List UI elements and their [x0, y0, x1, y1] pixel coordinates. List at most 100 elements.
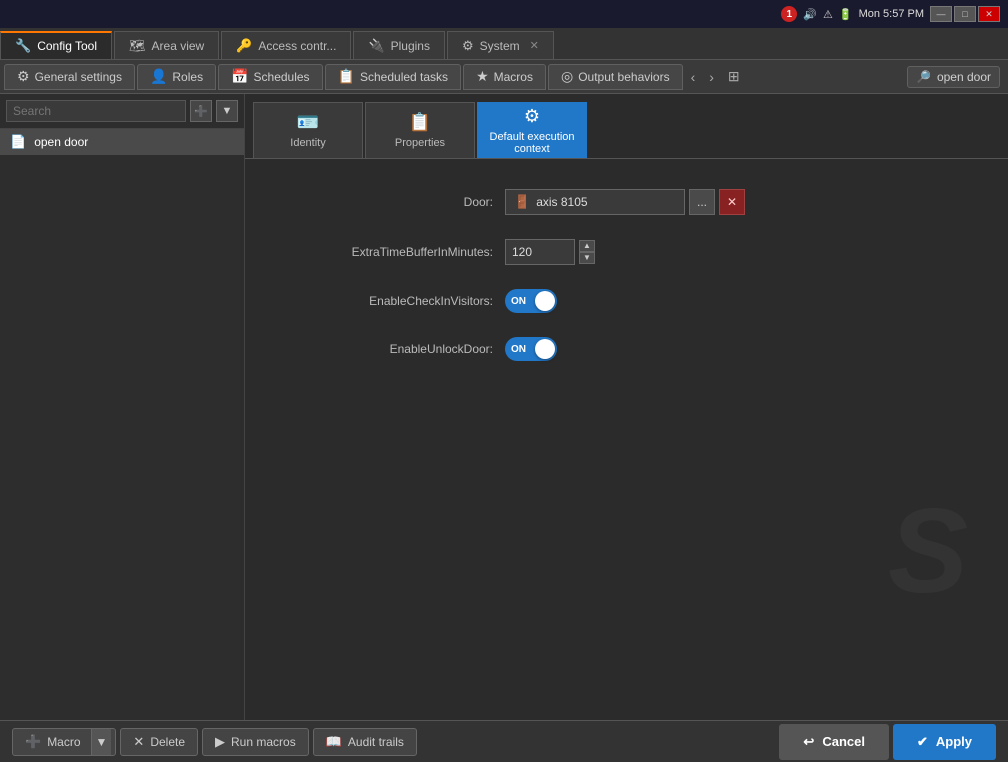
- scheduled-tasks-label: Scheduled tasks: [360, 70, 448, 84]
- macro-label: Macro: [47, 735, 80, 749]
- properties-label: Properties: [395, 137, 445, 149]
- roles-label: Roles: [172, 70, 203, 84]
- macros-icon: ★: [476, 68, 489, 85]
- sidebar-list: 📄 open door: [0, 129, 244, 720]
- main-content: ➕ ▼ 📄 open door S 🪪 Identity 📋 Propertie…: [0, 94, 1008, 720]
- extra-time-label: ExtraTimeBufferInMinutes:: [285, 245, 505, 259]
- sub-tab-identity[interactable]: 🪪 Identity: [253, 102, 363, 158]
- taskbar-icons: 1 🔊 ⚠ 🔋: [781, 6, 852, 22]
- nav-scroll-right[interactable]: ›: [703, 69, 720, 85]
- item-icon: 📄: [10, 134, 26, 150]
- run-macros-button[interactable]: ▶ Run macros: [202, 728, 309, 756]
- sub-tabs: 🪪 Identity 📋 Properties ⚙ Default execut…: [245, 94, 1008, 159]
- nav-tab-roles[interactable]: 👤 Roles: [137, 64, 216, 90]
- delete-icon: ✕: [133, 734, 144, 750]
- output-behaviors-label: Output behaviors: [578, 70, 669, 84]
- right-panel: S 🪪 Identity 📋 Properties ⚙ Default exec…: [245, 94, 1008, 720]
- minimize-button[interactable]: —: [930, 6, 952, 22]
- nav-tab-general[interactable]: ⚙ General settings: [4, 64, 135, 90]
- audit-trails-icon: 📖: [326, 734, 342, 750]
- maximize-button[interactable]: □: [954, 6, 976, 22]
- unlock-door-toggle-wrap: ON: [505, 337, 557, 361]
- config-tool-label: Config Tool: [37, 39, 97, 53]
- nav-tab-output-behaviors[interactable]: ◎ Output behaviors: [548, 64, 683, 90]
- identity-label: Identity: [290, 137, 325, 149]
- item-label: open door: [34, 135, 88, 149]
- nav-tab-schedules[interactable]: 📅 Schedules: [218, 64, 322, 90]
- app-tab-plugins[interactable]: 🔌 Plugins: [353, 31, 445, 59]
- general-settings-label: General settings: [35, 70, 122, 84]
- cancel-label: Cancel: [822, 734, 865, 749]
- door-row: Door: 🚪 axis 8105 ... ✕: [285, 189, 968, 215]
- unlock-door-toggle-label: ON: [511, 344, 526, 355]
- door-remove-button[interactable]: ✕: [719, 189, 745, 215]
- config-tool-icon: 🔧: [15, 38, 31, 54]
- roles-icon: 👤: [150, 68, 167, 85]
- sidebar: ➕ ▼ 📄 open door: [0, 94, 245, 720]
- audit-trails-button[interactable]: 📖 Audit trails: [313, 728, 417, 756]
- app-tab-system[interactable]: ⚙ System ✕: [447, 31, 554, 59]
- schedules-icon: 📅: [231, 68, 248, 85]
- default-execution-icon: ⚙: [524, 106, 540, 127]
- filter-button[interactable]: ▼: [216, 100, 238, 122]
- system-icon: ⚙: [462, 38, 474, 54]
- cancel-button[interactable]: ↩ Cancel: [779, 724, 889, 760]
- nav-tab-scheduled-tasks[interactable]: 📋 Scheduled tasks: [325, 64, 462, 90]
- door-browse-button[interactable]: ...: [689, 189, 715, 215]
- sub-tab-default-execution[interactable]: ⚙ Default execution context: [477, 102, 587, 158]
- window-controls: — □ ✕: [930, 6, 1000, 22]
- spin-down[interactable]: ▼: [579, 252, 595, 264]
- check-in-row: EnableCheckInVisitors: ON: [285, 289, 968, 313]
- app-tab-config-tool[interactable]: 🔧 Config Tool: [0, 31, 112, 59]
- macro-dropdown-arrow[interactable]: ▼: [91, 729, 112, 755]
- alert-badge: 1: [781, 6, 797, 22]
- delete-button[interactable]: ✕ Delete: [120, 728, 198, 756]
- apply-button[interactable]: ✔ Apply: [893, 724, 996, 760]
- list-item[interactable]: 📄 open door: [0, 129, 244, 155]
- close-button[interactable]: ✕: [978, 6, 1000, 22]
- check-in-toggle-knob: [535, 291, 555, 311]
- form-area: Door: 🚪 axis 8105 ... ✕ ExtraTimeBufferI…: [245, 159, 1008, 720]
- unlock-door-toggle[interactable]: ON: [505, 337, 557, 361]
- app-tab-area-view[interactable]: 🗺 Area view: [114, 31, 219, 59]
- scheduled-tasks-icon: 📋: [338, 68, 355, 85]
- extra-time-input[interactable]: [505, 239, 575, 265]
- schedules-label: Schedules: [254, 70, 310, 84]
- search-bar: ➕ ▼: [0, 94, 244, 129]
- app-tab-access-control[interactable]: 🔑 Access contr...: [221, 31, 351, 59]
- add-button[interactable]: ➕: [190, 100, 212, 122]
- unlock-door-toggle-knob: [535, 339, 555, 359]
- nav-expand[interactable]: ⊞: [722, 68, 746, 85]
- output-behaviors-icon: ◎: [561, 68, 573, 85]
- taskbar: 1 🔊 ⚠ 🔋 Mon 5:57 PM — □ ✕: [0, 0, 1008, 28]
- system-label: System: [480, 39, 520, 53]
- number-input-wrap: ▲ ▼: [505, 239, 595, 265]
- macro-button[interactable]: ➕ Macro ▼: [12, 728, 116, 756]
- spin-up[interactable]: ▲: [579, 240, 595, 252]
- taskbar-time: Mon 5:57 PM: [859, 8, 924, 20]
- unlock-door-row: EnableUnlockDoor: ON: [285, 337, 968, 361]
- sub-tab-properties[interactable]: 📋 Properties: [365, 102, 475, 158]
- speaker-icon: 🔊: [803, 8, 817, 21]
- nav-tabs: ⚙ General settings 👤 Roles 📅 Schedules 📋…: [0, 60, 1008, 94]
- run-macros-label: Run macros: [231, 735, 296, 749]
- bottom-bar: ➕ Macro ▼ ✕ Delete ▶ Run macros 📖 Audit …: [0, 720, 1008, 762]
- search-input[interactable]: [6, 100, 186, 122]
- nav-scroll-left[interactable]: ‹: [685, 69, 702, 85]
- check-in-label: EnableCheckInVisitors:: [285, 294, 505, 308]
- access-control-label: Access contr...: [258, 39, 336, 53]
- default-execution-label: Default execution context: [486, 131, 578, 155]
- plugins-icon: 🔌: [368, 38, 384, 54]
- apply-label: Apply: [936, 734, 972, 749]
- identity-icon: 🪪: [297, 112, 319, 133]
- audit-trails-label: Audit trails: [348, 735, 404, 749]
- nav-tab-macros[interactable]: ★ Macros: [463, 64, 546, 90]
- general-settings-icon: ⚙: [17, 68, 30, 85]
- run-macros-icon: ▶: [215, 734, 225, 750]
- door-icon: 🚪: [514, 194, 530, 210]
- check-in-toggle-wrap: ON: [505, 289, 557, 313]
- system-tab-close[interactable]: ✕: [530, 39, 539, 52]
- app-tabs: 🔧 Config Tool 🗺 Area view 🔑 Access contr…: [0, 28, 1008, 60]
- check-in-toggle[interactable]: ON: [505, 289, 557, 313]
- door-label: Door:: [285, 195, 505, 209]
